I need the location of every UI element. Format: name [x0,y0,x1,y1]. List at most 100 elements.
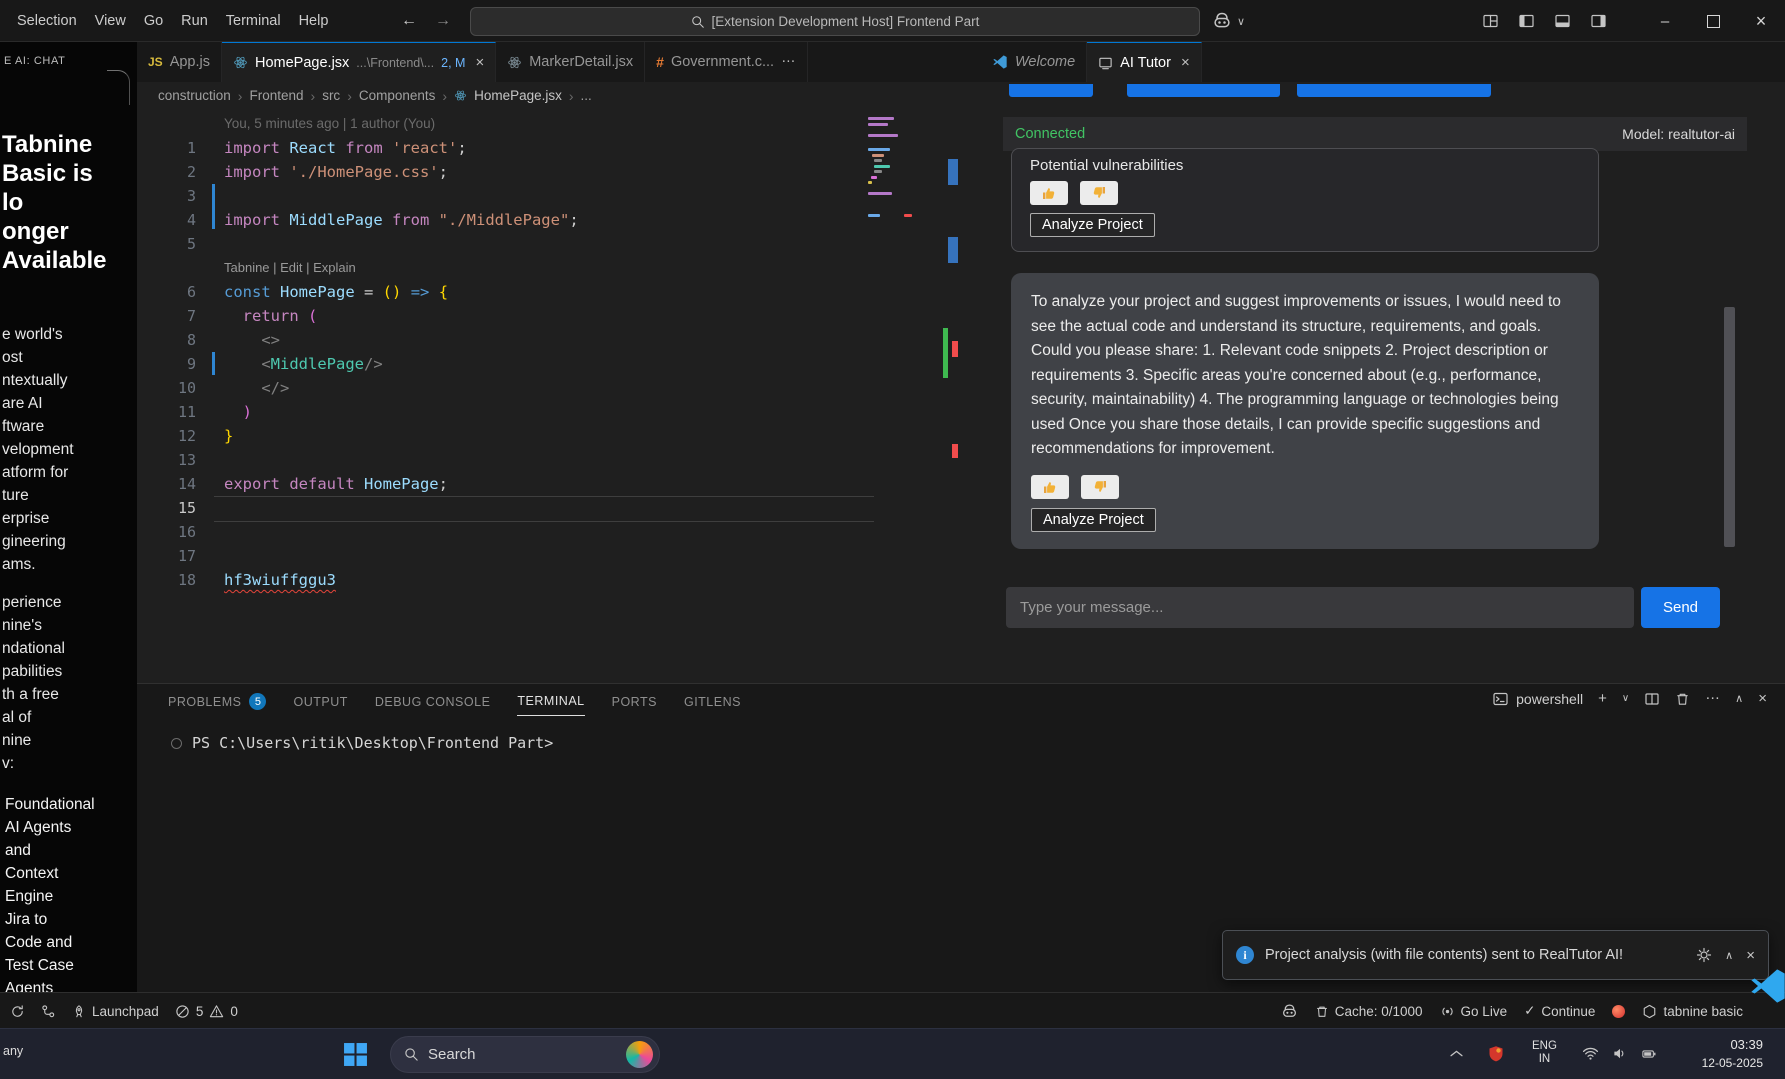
menu-view[interactable]: View [86,0,135,42]
breadcrumb-item[interactable]: ... [581,88,592,103]
toolbar-button-stub[interactable] [1297,84,1491,97]
code-line[interactable]: 3 [137,184,981,208]
code-line[interactable]: 15 [137,496,981,520]
code-line[interactable]: 11 ) [137,400,981,424]
tab-homepage-jsx[interactable]: HomePage.jsx ...\Frontend\... 2, M × [222,42,497,82]
more-actions-icon[interactable]: … [1705,686,1720,703]
analyze-project-button[interactable]: Analyze Project [1030,213,1155,237]
vscode-corner-logo[interactable] [1748,966,1785,1006]
gear-icon[interactable] [1696,947,1712,963]
cache-item[interactable]: Cache: 0/1000 [1315,1004,1423,1019]
language-indicator[interactable]: ENG IN [1532,1040,1557,1066]
code-line[interactable]: 4 import MiddlePage from "./MiddlePage"; [137,208,981,232]
sync-icon[interactable] [10,1004,25,1019]
close-tab-icon[interactable]: × [475,54,484,71]
collapse-notification-icon[interactable]: ∧ [1725,949,1733,962]
toolbar-button-stub[interactable] [1009,84,1093,97]
shell-selector[interactable]: powershell [1492,691,1583,707]
command-center-search[interactable]: [Extension Development Host] Frontend Pa… [470,7,1200,36]
menu-run[interactable]: Run [172,0,217,42]
menu-terminal[interactable]: Terminal [217,0,290,42]
toolbar-button-stub[interactable] [1127,84,1280,97]
codelens-actions[interactable]: Tabnine | Edit | Explain [137,256,981,280]
code-line[interactable]: 13 [137,448,981,472]
code-line[interactable]: 8 <> [137,328,981,352]
breadcrumb-item-file[interactable]: HomePage.jsx [474,88,562,103]
code-line[interactable]: 14 export default HomePage; [137,472,981,496]
minimize-button[interactable]: – [1641,0,1689,42]
terminal-content[interactable]: PS C:\Users\ritik\Desktop\Frontend Part> [171,734,553,752]
taskbar-app-photos[interactable] [672,1074,712,1079]
problems-item[interactable]: 5 0 [175,1004,238,1019]
code-line[interactable]: 9 <MiddlePage/> [137,352,981,376]
wifi-icon[interactable] [1582,1046,1599,1061]
new-terminal-icon[interactable]: + [1598,690,1607,707]
kill-terminal-icon[interactable] [1675,691,1690,707]
volume-icon[interactable] [1612,1046,1628,1061]
customize-layout-icon[interactable] [1482,13,1499,29]
code-line[interactable]: 2 import './HomePage.css'; [137,160,981,184]
code-line[interactable]: 16 [137,520,981,544]
minimap[interactable] [868,115,918,235]
continue-item[interactable]: ✓ Continue [1524,1003,1595,1019]
source-control-branch-icon[interactable] [41,1004,56,1019]
start-button[interactable] [335,1034,375,1074]
panel-scrollbar[interactable] [1724,307,1735,547]
code-line[interactable]: 6 const HomePage = () => { [137,280,981,304]
go-live-item[interactable]: Go Live [1440,1004,1507,1019]
terminal-dropdown-icon[interactable]: ∨ [1622,693,1629,704]
tab-markerdetail-jsx[interactable]: MarkerDetail.jsx [496,42,646,82]
code-line[interactable]: 17 [137,544,981,568]
extension-status-icon[interactable] [1612,1004,1626,1018]
code-line[interactable]: 18 hf3wiuffggu3 [137,568,981,592]
panel-tab-terminal[interactable]: TERMINAL [517,694,585,716]
code-line[interactable]: 7 return ( [137,304,981,328]
chat-message-input[interactable] [1006,587,1634,628]
launchpad-item[interactable]: Launchpad [72,1004,159,1019]
breadcrumb-item[interactable]: Frontend [249,88,303,103]
thumbs-up-button[interactable] [1030,181,1068,205]
panel-tab-ports[interactable]: PORTS [612,695,657,716]
tabnine-item[interactable]: tabnine basic [1642,1004,1743,1019]
code-line[interactable]: 12} [137,424,981,448]
battery-icon[interactable] [1640,1047,1658,1061]
panel-tab-debug-console[interactable]: DEBUG CONSOLE [375,695,491,716]
code-editor[interactable]: You, 5 minutes ago | 1 author (You) 1 impo… [137,109,981,683]
tab-actions-more-icon[interactable]: … [781,50,796,66]
close-tab-icon[interactable]: × [1181,54,1190,71]
tab-app-js[interactable]: JS App.js [137,42,222,82]
maximize-panel-icon[interactable]: ∧ [1735,692,1743,705]
close-notification-icon[interactable]: × [1746,947,1755,964]
maximize-button[interactable] [1689,0,1737,42]
close-window-button[interactable]: × [1737,0,1785,42]
breadcrumb-item[interactable]: Components [359,88,436,103]
thumbs-down-button[interactable] [1081,474,1119,499]
tab-ai-tutor[interactable]: AI Tutor × [1087,42,1202,82]
toggle-panel-icon[interactable] [1554,13,1571,29]
copilot-status-icon[interactable] [1281,1003,1298,1020]
code-line[interactable]: 1 import React from 'react'; [137,136,981,160]
tray-shield-icon[interactable] [1488,1045,1504,1063]
panel-tab-gitlens[interactable]: GITLENS [684,695,741,716]
code-line[interactable]: 5 [137,232,981,256]
toggle-secondary-sidebar-icon[interactable] [1590,13,1607,29]
breadcrumb-item[interactable]: src [322,88,340,103]
menu-help[interactable]: Help [290,0,338,42]
back-icon[interactable]: ← [394,0,424,42]
close-panel-icon[interactable]: × [1758,690,1767,707]
code-line[interactable]: 10 </> [137,376,981,400]
tray-chevron-up-icon[interactable] [1450,1049,1463,1058]
panel-tab-output[interactable]: OUTPUT [293,695,347,716]
taskbar-clock[interactable]: 03:39 12-05-2025 [1702,1036,1763,1072]
tab-welcome[interactable]: Welcome [981,42,1088,82]
forward-icon[interactable]: → [428,0,458,42]
menu-go[interactable]: Go [135,0,172,42]
analyze-project-button[interactable]: Analyze Project [1031,507,1156,532]
menu-selection[interactable]: Selection [8,0,86,42]
breadcrumb-item[interactable]: construction [158,88,231,103]
panel-tab-problems[interactable]: PROBLEMS 5 [168,693,267,717]
thumbs-down-button[interactable] [1080,181,1118,205]
copilot-menu[interactable]: ∨ [1212,0,1245,42]
thumbs-up-button[interactable] [1031,474,1069,499]
taskbar-search[interactable]: Search [390,1036,660,1073]
